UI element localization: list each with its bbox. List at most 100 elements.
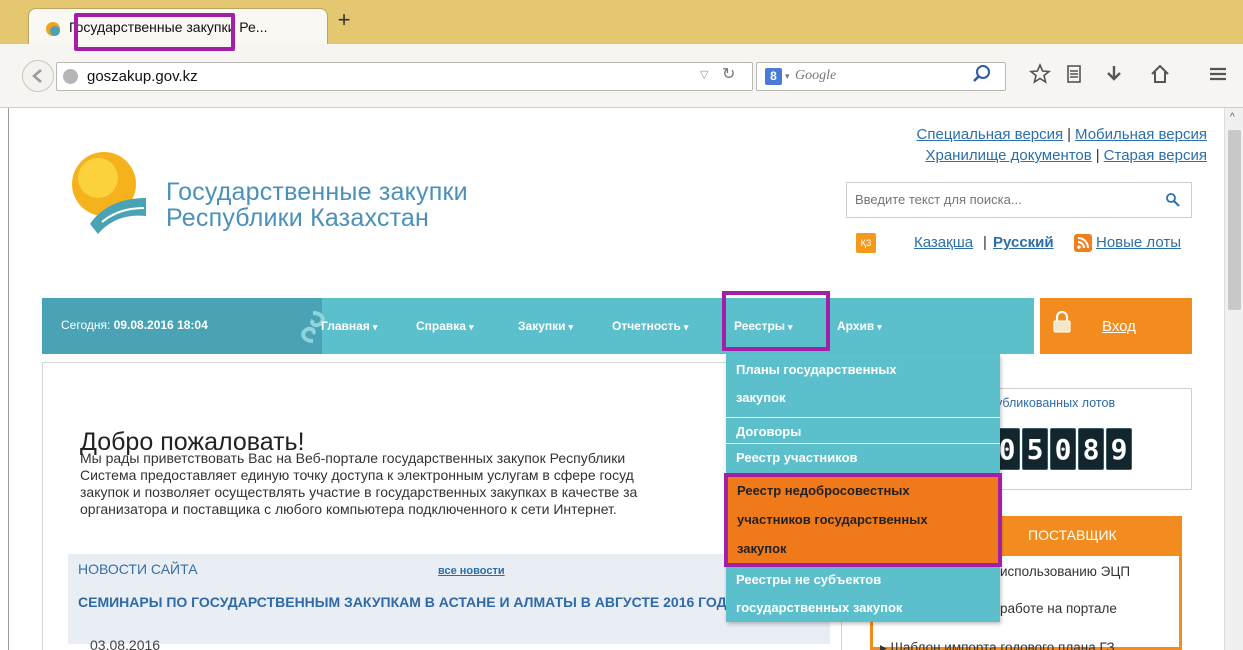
counter-digit: 9 [1106, 428, 1132, 470]
new-lots-link[interactable]: Новые лоты [1096, 234, 1181, 251]
search-icon[interactable] [1165, 192, 1181, 208]
url-text: goszakup.gov.kz [87, 68, 198, 85]
nav-item-help[interactable]: Справка ▾ [416, 319, 474, 333]
supplier-link[interactable]: ▸ Шаблон импорта годового плана ГЗ [880, 640, 1115, 650]
lang-russian-link[interactable]: Русский [993, 234, 1054, 251]
menu-item-label: Реестр участников [736, 450, 858, 465]
menu-item-label: Реестры не субъектов [736, 572, 882, 587]
site-search-box [846, 182, 1192, 218]
menu-item-participants-registry[interactable]: Реестр участников [726, 444, 1000, 474]
today-datetime: Сегодня: 09.08.2016 18:04 [61, 318, 208, 332]
globe-icon [63, 69, 78, 84]
registries-highlight-frame [722, 291, 830, 351]
search-engine-dropdown-icon[interactable]: ▾ [785, 71, 790, 82]
old-version-link[interactable]: Старая версия [1104, 147, 1207, 164]
browser-search-bar[interactable]: 8 ▾ Google [756, 62, 1006, 91]
supplier-link[interactable]: использованию ЭЦП [1000, 564, 1130, 579]
today-value: 09.08.2016 18:04 [113, 318, 208, 332]
intro-line: закупок и позволяет осуществлять участие… [80, 484, 638, 500]
supplier-link[interactable]: работе на портале [1000, 601, 1117, 616]
menu-item-contracts[interactable]: Договоры [726, 418, 1000, 444]
scroll-up-icon[interactable]: ^ [1230, 112, 1235, 123]
new-tab-button[interactable]: + [332, 8, 356, 32]
login-panel[interactable]: Вход [1040, 298, 1192, 354]
menu-item-procurement-plans[interactable]: Планы государственных закупок [726, 354, 1000, 418]
news-heading: НОВОСТИ САЙТА [78, 561, 198, 577]
page-scrollbar[interactable]: ^ [1224, 108, 1243, 650]
site-favicon-icon [46, 22, 60, 36]
mobile-version-link[interactable]: Мобильная версия [1075, 126, 1207, 143]
kazakh-flag-icon[interactable]: ҚЗ [856, 233, 876, 253]
menu-hamburger-icon[interactable] [1206, 62, 1230, 86]
lots-counter: 0 5 0 8 9 [994, 428, 1132, 472]
intro-text: Мы рады приветствовать Вас на Веб-портал… [80, 450, 720, 518]
home-icon[interactable] [1148, 62, 1172, 86]
chevron-down-icon: ▾ [372, 322, 378, 332]
intro-line: Система предоставляет единую точку досту… [80, 467, 634, 483]
downloads-icon[interactable] [1102, 62, 1126, 86]
intro-line: организатора и поставщика с любого компь… [80, 501, 617, 517]
login-link[interactable]: Вход [1102, 318, 1136, 335]
nav-item-reports[interactable]: Отчетность ▾ [612, 319, 688, 333]
menu-item-label: Планы государственных [736, 362, 897, 377]
main-navigation: Сегодня: 09.08.2016 18:04 Главная ▾ Справ… [42, 298, 1034, 354]
counter-digit: 0 [1050, 428, 1076, 470]
reload-icon[interactable]: ↻ [722, 64, 735, 84]
browser-toolbar: goszakup.gov.kz ▽ ↻ 8 ▾ Google [0, 44, 1243, 108]
browser-search-go-icon[interactable] [970, 62, 994, 86]
lang-separator: | [983, 234, 987, 251]
today-panel: Сегодня: 09.08.2016 18:04 [42, 298, 322, 354]
today-label: Сегодня: [61, 318, 111, 332]
link-separator: | [1067, 126, 1072, 143]
url-dropdown-icon[interactable]: ▽ [700, 68, 708, 81]
site-search-input[interactable] [855, 192, 1155, 207]
chevron-down-icon: ▾ [568, 322, 574, 332]
browser-search-placeholder: Google [795, 68, 837, 83]
chevron-down-icon: ▾ [877, 322, 882, 332]
menu-item-label: Реестр недобросовестных [737, 483, 910, 498]
nav-item-label: Отчетность [612, 319, 681, 333]
page-left-edge [8, 108, 9, 650]
back-button[interactable] [22, 60, 54, 92]
scroll-thumb[interactable] [1228, 130, 1241, 310]
address-highlight-frame [74, 13, 235, 51]
rss-icon[interactable] [1074, 234, 1092, 252]
nav-item-label: Архив [837, 319, 875, 333]
documents-storage-link[interactable]: Хранилище документов [925, 147, 1091, 164]
menu-item-non-subject-registries[interactable]: Реестры не субъектов государственных зак… [726, 566, 1000, 622]
menu-item-label: государственных закупок [736, 600, 903, 615]
counter-digit: 8 [1078, 428, 1104, 470]
reading-list-icon[interactable] [1062, 62, 1086, 86]
search-engine-icon[interactable]: 8 [765, 68, 782, 85]
news-item-date: 03.08.2016 [90, 637, 161, 650]
menu-item-label: Договоры [736, 424, 802, 439]
site-title-line2: Республики Казахстан [166, 204, 430, 232]
address-bar[interactable]: goszakup.gov.kz [56, 62, 753, 91]
lang-kazakh-link[interactable]: Казақша [914, 234, 973, 251]
intro-line: Мы рады приветствовать Вас на Веб-портал… [80, 450, 626, 466]
top-links: Специальная версия | Мобильная версия Хран… [917, 124, 1207, 166]
chevron-down-icon: ▾ [468, 322, 474, 332]
supplier-tab-label: ПОСТАВЩИК [1028, 527, 1117, 543]
chevron-down-icon: ▾ [683, 322, 689, 332]
news-item-title[interactable]: СЕМИНАРЫ ПО ГОСУДАРСТВЕННЫМ ЗАКУПКАМ В А… [78, 593, 738, 611]
menu-item-label: закупок [736, 390, 786, 405]
nav-item-label: Закупки [518, 319, 566, 333]
bookmark-star-icon[interactable] [1028, 62, 1052, 86]
nav-item-home[interactable]: Главная ▾ [321, 319, 377, 333]
lock-icon [1053, 311, 1071, 333]
special-version-link[interactable]: Специальная версия [917, 126, 1064, 143]
menu-item-label: закупок [737, 541, 787, 556]
link-separator: | [1095, 147, 1100, 164]
nav-item-label: Главная [321, 319, 370, 333]
nav-item-label: Справка [416, 319, 466, 333]
nav-item-archive[interactable]: Архив ▾ [837, 319, 882, 333]
site-title-line1: Государственные закупки [166, 178, 468, 206]
published-lots-label: убликованных лотов [996, 396, 1116, 410]
site-logo-icon[interactable] [62, 146, 158, 242]
nav-item-purchases[interactable]: Закупки ▾ [518, 319, 573, 333]
menu-item-label: участников государственных [737, 512, 928, 527]
all-news-link[interactable]: все новости [438, 565, 505, 577]
counter-digit: 5 [1022, 428, 1048, 470]
back-arrow-icon [32, 69, 42, 83]
